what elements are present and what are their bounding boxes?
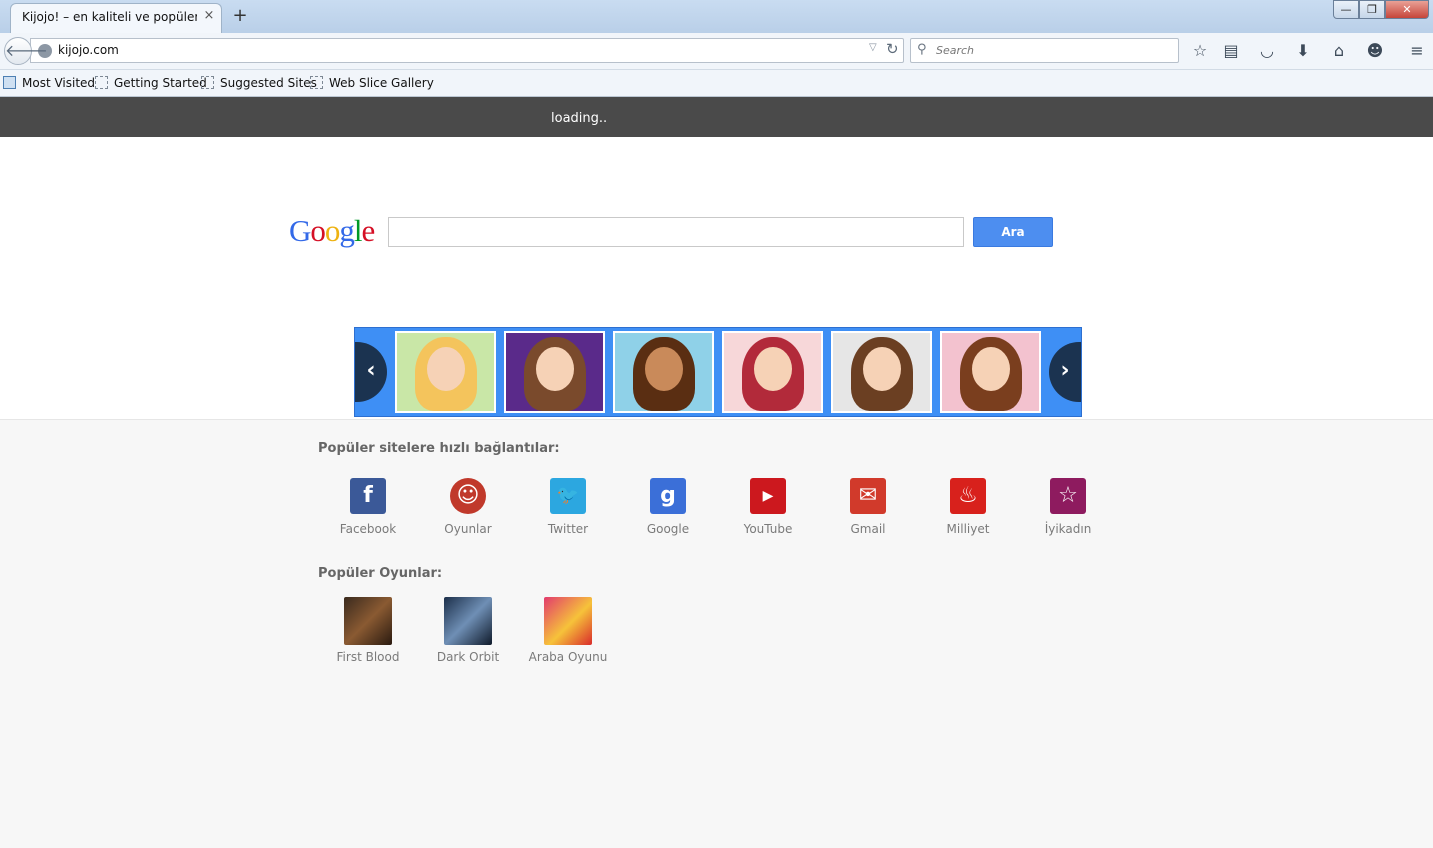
reload-icon[interactable]: ↻ xyxy=(886,40,899,58)
quick-link-google[interactable]: g Google xyxy=(618,478,718,536)
quick-link-oyunlar[interactable]: ☺ Oyunlar xyxy=(418,478,518,536)
first-blood-icon xyxy=(344,597,392,645)
gmail-icon: ✉ xyxy=(850,478,886,514)
carousel-next-button[interactable]: › xyxy=(1049,342,1081,402)
chevron-down-icon[interactable]: ▽ xyxy=(869,42,877,53)
youtube-icon: ▶ xyxy=(750,478,786,514)
loading-text: loading.. xyxy=(551,111,608,126)
game-dark-orbit[interactable]: Dark Orbit xyxy=(418,597,518,664)
bookmarks-toolbar: Most Visited Getting Started Suggested S… xyxy=(0,70,1433,97)
url-bar[interactable]: kijojo.com ▽ ↻ xyxy=(30,38,904,63)
quick-link-facebook[interactable]: f Facebook xyxy=(318,478,418,536)
bookmark-suggested-sites[interactable]: Suggested Sites xyxy=(201,76,317,90)
loading-bar: loading.. xyxy=(0,97,1433,137)
carousel-thumb[interactable] xyxy=(504,331,605,413)
games-title: Popüler Oyunlar: xyxy=(318,566,443,581)
restore-button[interactable]: ❐ xyxy=(1359,0,1385,19)
quick-links-title: Popüler sitelere hızlı bağlantılar: xyxy=(318,441,560,456)
pocket-icon[interactable]: ◡ xyxy=(1256,40,1278,62)
bookmark-icon xyxy=(201,76,214,89)
download-icon[interactable]: ⬇ xyxy=(1292,40,1314,62)
minimize-button[interactable]: — xyxy=(1333,0,1359,19)
bookmark-most-visited[interactable]: Most Visited xyxy=(3,76,95,90)
back-button[interactable]: 🡐 xyxy=(4,37,48,65)
oyunlar-icon: ☺ xyxy=(450,478,486,514)
carousel-thumb[interactable] xyxy=(940,331,1041,413)
google-icon: g xyxy=(650,478,686,514)
game-araba-oyunu[interactable]: Araba Oyunu xyxy=(518,597,618,664)
carousel-thumb[interactable] xyxy=(395,331,496,413)
twitter-icon: 🐦 xyxy=(550,478,586,514)
quick-link-iyikadin[interactable]: ☆ İyikadın xyxy=(1018,478,1118,536)
bookmark-star-icon[interactable]: ☆ xyxy=(1189,40,1211,62)
chat-icon[interactable]: ☻ xyxy=(1364,40,1386,62)
games-carousel: ‹ › xyxy=(354,327,1082,417)
carousel-thumb[interactable] xyxy=(722,331,823,413)
bookmark-icon xyxy=(95,76,108,89)
url-text[interactable]: kijojo.com xyxy=(58,43,119,57)
facebook-icon: f xyxy=(350,478,386,514)
dark-orbit-icon xyxy=(444,597,492,645)
google-logo: Google xyxy=(289,213,375,248)
new-tab-button[interactable]: + xyxy=(231,5,249,26)
browser-tab[interactable]: Kijojo! – en kaliteli ve popüler ... × xyxy=(10,3,222,33)
quick-link-youtube[interactable]: ▶ YouTube xyxy=(718,478,818,536)
most-visited-icon xyxy=(3,76,16,89)
game-first-blood[interactable]: First Blood xyxy=(318,597,418,664)
window-titlebar: Kijojo! – en kaliteli ve popüler ... × +… xyxy=(0,0,1433,33)
search-icon: ⚲ xyxy=(917,42,927,57)
milliyet-icon: ♨ xyxy=(950,478,986,514)
carousel-thumb[interactable] xyxy=(613,331,714,413)
quick-link-gmail[interactable]: ✉ Gmail xyxy=(818,478,918,536)
tab-title: Kijojo! – en kaliteli ve popüler ... xyxy=(22,10,197,24)
navigation-toolbar: kijojo.com ▽ ↻ 🡐 ⚲ Search ☆ ▤ ◡ ⬇ ⌂ ☻ ≡ xyxy=(0,33,1433,70)
search-bar[interactable]: ⚲ Search xyxy=(910,38,1179,63)
bookmark-icon xyxy=(310,76,323,89)
reading-list-icon[interactable]: ▤ xyxy=(1220,40,1242,62)
bookmark-getting-started[interactable]: Getting Started xyxy=(95,76,207,90)
carousel-thumb[interactable] xyxy=(831,331,932,413)
home-icon[interactable]: ⌂ xyxy=(1328,40,1350,62)
quick-link-twitter[interactable]: 🐦 Twitter xyxy=(518,478,618,536)
quick-link-milliyet[interactable]: ♨ Milliyet xyxy=(918,478,1018,536)
carousel-prev-button[interactable]: ‹ xyxy=(355,342,387,402)
menu-icon[interactable]: ≡ xyxy=(1406,40,1428,62)
close-window-button[interactable]: ✕ xyxy=(1385,0,1429,19)
tab-close-icon[interactable]: × xyxy=(201,8,217,23)
bookmark-web-slice-gallery[interactable]: Web Slice Gallery xyxy=(310,76,434,90)
araba-oyunu-icon xyxy=(544,597,592,645)
search-placeholder: Search xyxy=(936,44,975,57)
iyikadin-icon: ☆ xyxy=(1050,478,1086,514)
search-submit-button[interactable]: Ara xyxy=(973,217,1053,247)
google-search-input[interactable] xyxy=(388,217,964,247)
